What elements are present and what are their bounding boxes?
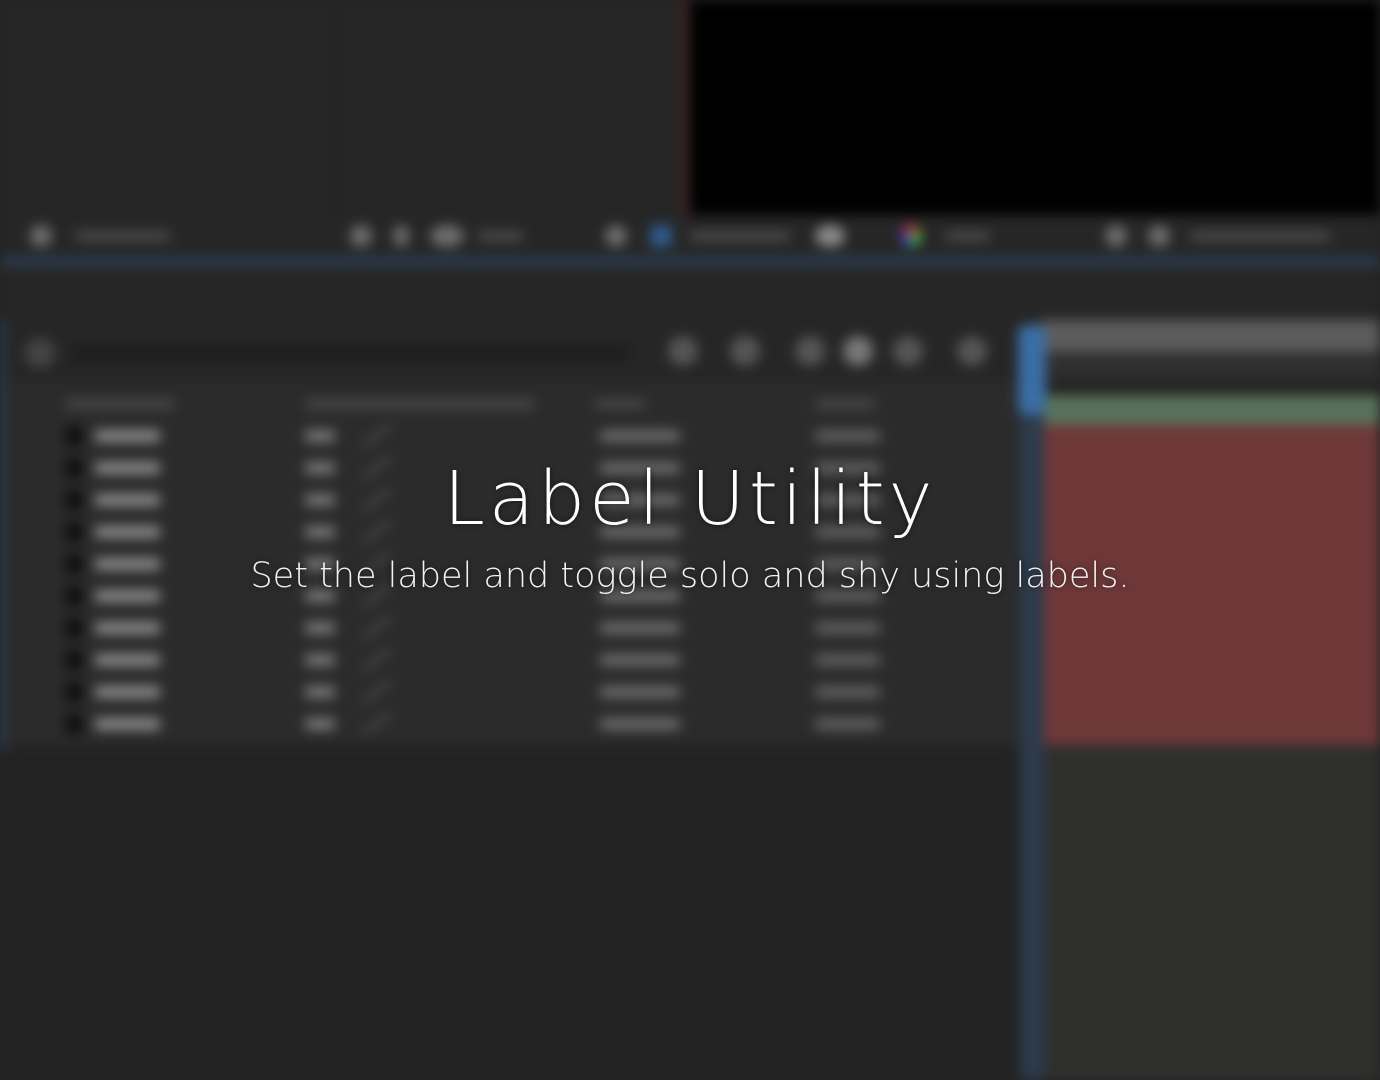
overlay-title: Label Utility <box>443 456 937 542</box>
title-overlay: Label Utility Set the label and toggle s… <box>0 0 1380 1080</box>
overlay-subtitle: Set the label and toggle solo and shy us… <box>250 556 1130 596</box>
